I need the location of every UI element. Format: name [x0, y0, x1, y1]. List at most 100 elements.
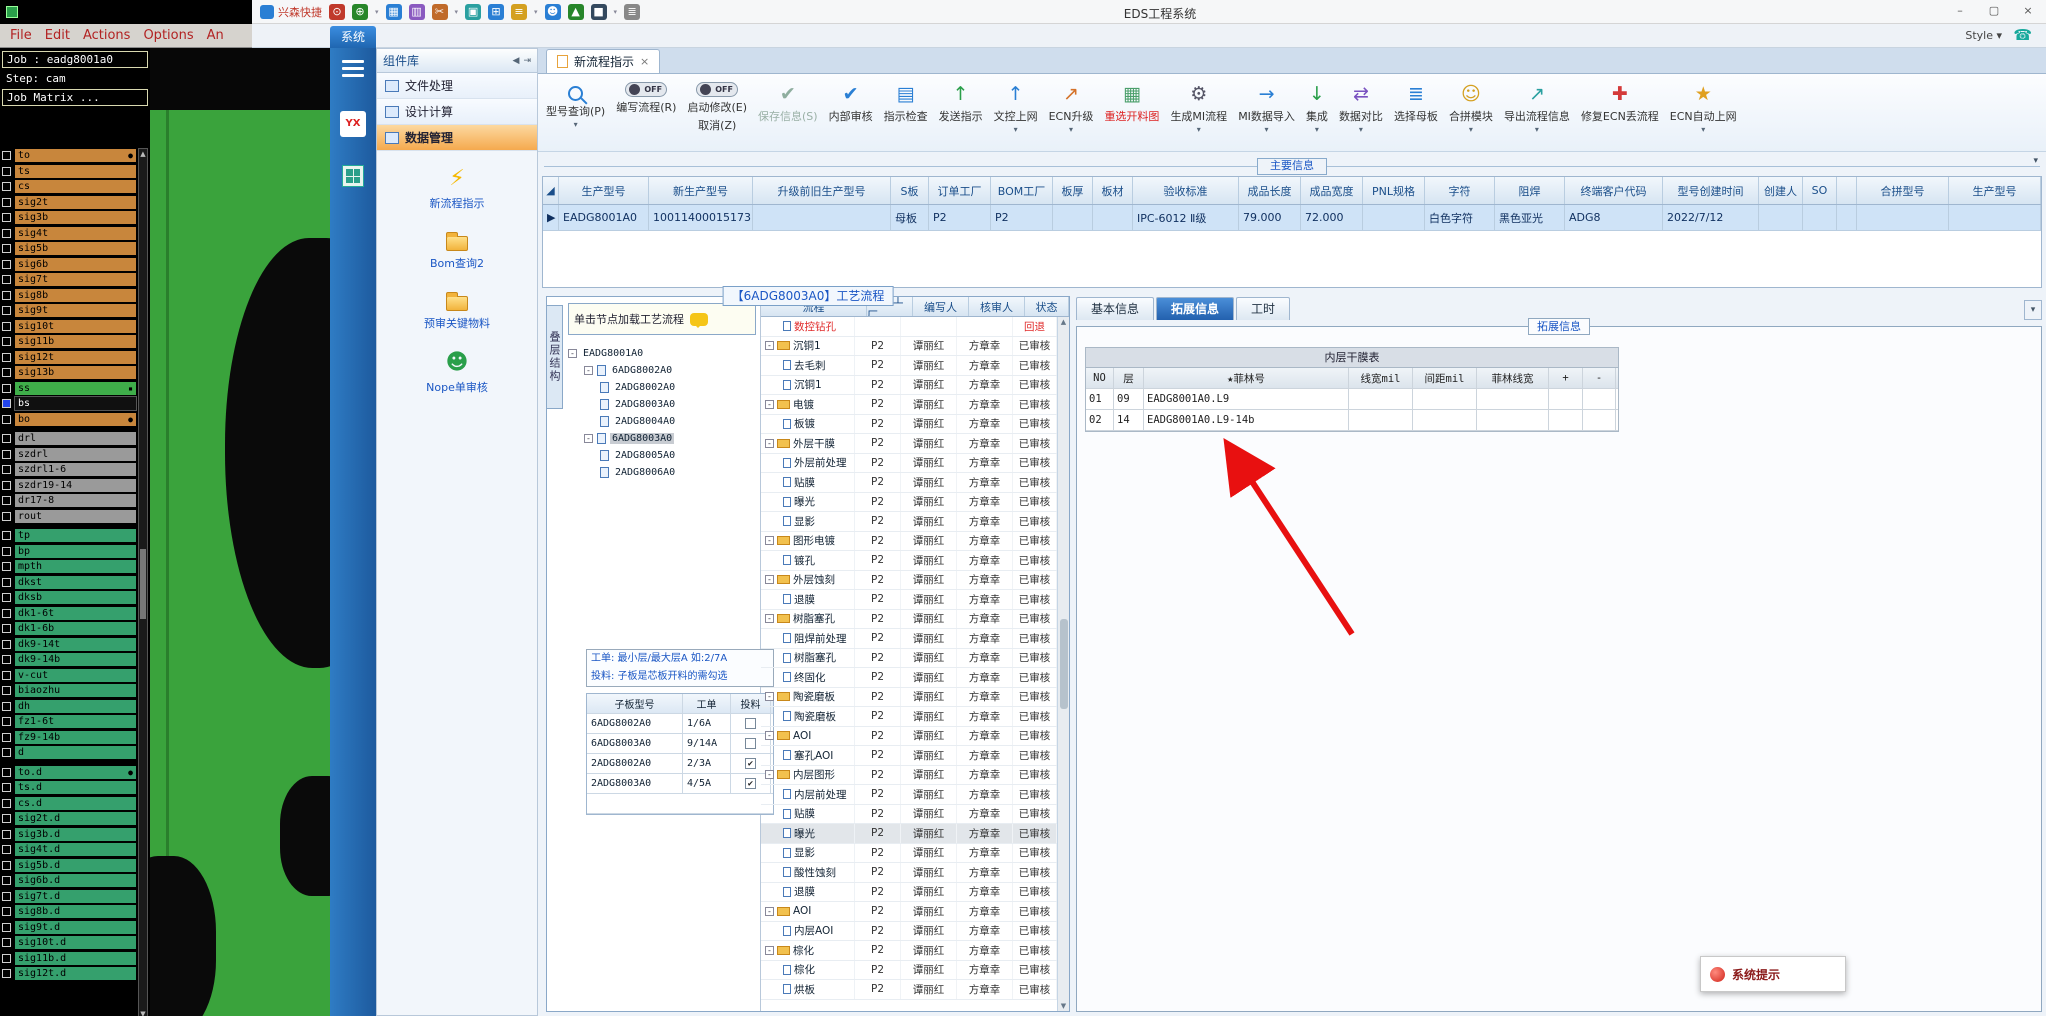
layer-checkbox[interactable]: [2, 290, 11, 300]
dropdown-icon[interactable]: ▾: [455, 8, 459, 16]
flow-row-曝光[interactable]: 曝光 P2 谭丽红 方章幸 已审核: [761, 824, 1057, 844]
layer-chip[interactable]: ts: [15, 164, 136, 178]
layer-chip[interactable]: szdr19-14: [15, 478, 136, 492]
layer-checkbox[interactable]: [2, 337, 11, 347]
layer-checkbox[interactable]: [2, 414, 11, 424]
layer-chip[interactable]: sig2t: [15, 195, 136, 209]
ribbon-button-集成[interactable]: ↓ 集成 ▾: [1306, 79, 1328, 134]
phone-icon[interactable]: ☎: [2013, 26, 2032, 44]
layer-row-sig9t[interactable]: sig9t: [2, 303, 136, 319]
layer-row-sig11b[interactable]: sig11b: [2, 334, 136, 350]
expander-icon[interactable]: -: [765, 399, 774, 409]
col-header-合拼型号[interactable]: 合拼型号: [1857, 177, 1949, 204]
detail-tab-拓展信息[interactable]: 拓展信息: [1156, 297, 1235, 320]
subboard-row[interactable]: 6ADG8003A0 9/14A: [587, 734, 773, 754]
flow-row-显影[interactable]: 显影 P2 谭丽红 方章幸 已审核: [761, 843, 1057, 863]
layer-checkbox[interactable]: [2, 151, 11, 161]
tree-node-2ADG8006A0[interactable]: 2ADG8006A0: [568, 464, 756, 481]
layer-chip[interactable]: sig3b: [15, 211, 136, 225]
layer-checkbox[interactable]: [2, 259, 11, 269]
flow-row-终固化[interactable]: 终固化 P2 谭丽红 方章幸 已审核: [761, 668, 1057, 688]
layer-chip[interactable]: biaozhu: [15, 684, 136, 698]
layer-row-bs[interactable]: bs: [2, 396, 137, 412]
ribbon-button-指示检查[interactable]: ▤ 指示检查: [884, 79, 928, 124]
layer-row-sig5b.d[interactable]: sig5b.d: [2, 858, 136, 874]
tab-close-icon[interactable]: ×: [640, 55, 649, 68]
group-设计计算[interactable]: 设计计算: [377, 99, 537, 125]
col-header-型号创建时间[interactable]: 型号创建时间: [1663, 177, 1759, 204]
layer-chip[interactable]: szdrl: [15, 447, 136, 461]
system-notification[interactable]: 系统提示: [1700, 956, 1846, 992]
layer-chip[interactable]: dh: [15, 699, 136, 713]
hamburger-icon[interactable]: [342, 60, 364, 77]
dropdown-icon[interactable]: ▾: [614, 8, 618, 16]
layer-row-dh[interactable]: dh: [2, 699, 136, 715]
layer-checkbox[interactable]: [2, 876, 11, 886]
layer-row-dk1-6b[interactable]: dk1-6b: [2, 621, 136, 637]
layer-chip[interactable]: ss ▪: [15, 381, 136, 395]
layer-row-drl[interactable]: drl: [2, 431, 136, 447]
style-selector[interactable]: Style ▾: [1965, 29, 2002, 42]
flow-col-核审人[interactable]: 核审人: [969, 297, 1025, 316]
col-header-板材[interactable]: 板材: [1093, 177, 1133, 204]
dropdown-icon[interactable]: ▾: [534, 8, 538, 16]
layer-row-dr17-8[interactable]: dr17-8: [2, 493, 136, 509]
layer-row-sig8b[interactable]: sig8b: [2, 288, 136, 304]
layer-row-rout[interactable]: rout: [2, 509, 136, 525]
row-selector[interactable]: ▶: [543, 205, 559, 230]
flow-row-棕化[interactable]: 棕化 P2 谭丽红 方章幸 已审核: [761, 960, 1057, 980]
layer-row-ts[interactable]: ts: [2, 164, 136, 180]
layer-checkbox[interactable]: [2, 511, 11, 521]
flow-row-AOI[interactable]: - AOI P2 谭丽红 方章幸 已审核: [761, 902, 1057, 922]
flow-row-酸性蚀刻[interactable]: 酸性蚀刻 P2 谭丽红 方章幸 已审核: [761, 863, 1057, 883]
expander-icon[interactable]: -: [765, 614, 774, 624]
layer-chip[interactable]: sig5b.d: [15, 858, 136, 872]
layer-chip[interactable]: sig9t.d: [15, 920, 136, 934]
dropdown-icon[interactable]: ▾: [1069, 126, 1073, 134]
system-button[interactable]: 系统: [330, 26, 376, 48]
expander-icon[interactable]: -: [765, 731, 774, 741]
tree-node-2ADG8004A0[interactable]: 2ADG8004A0: [568, 413, 756, 430]
flow-row-退膜[interactable]: 退膜 P2 谭丽红 方章幸 已审核: [761, 590, 1057, 610]
dropdown-icon[interactable]: ▾: [1197, 126, 1201, 134]
tool-预审关键物料[interactable]: 预审关键物料: [424, 291, 490, 331]
layer-chip[interactable]: v-cut: [15, 668, 136, 682]
col-header-成品长度[interactable]: 成品长度: [1239, 177, 1301, 204]
layer-checkbox[interactable]: [2, 969, 11, 979]
detail-tab-基本信息[interactable]: 基本信息: [1076, 297, 1155, 320]
tree-node-2ADG8002A0[interactable]: 2ADG8002A0: [568, 379, 756, 396]
layer-checkbox[interactable]: [2, 907, 11, 917]
flow-row-棕化[interactable]: - 棕化 P2 谭丽红 方章幸 已审核: [761, 941, 1057, 961]
flow-row-显影[interactable]: 显影 P2 谭丽红 方章幸 已审核: [761, 512, 1057, 532]
layer-checkbox[interactable]: [2, 465, 11, 475]
col-header-阻焊[interactable]: 阻焊: [1495, 177, 1565, 204]
layer-row-sig4t[interactable]: sig4t: [2, 226, 136, 242]
ribbon-button-生成MI流程[interactable]: ⚙ 生成MI流程 ▾: [1170, 79, 1227, 134]
dropdown-icon[interactable]: ▾: [574, 121, 578, 129]
stackup-side-tab[interactable]: 叠层结构: [546, 305, 563, 409]
menu-item-an[interactable]: An: [207, 28, 224, 43]
layer-row-sig12t.d[interactable]: sig12t.d: [2, 966, 136, 982]
dropdown-icon[interactable]: ▾: [1701, 126, 1705, 134]
flow-row-退膜[interactable]: 退膜 P2 谭丽红 方章幸 已审核: [761, 882, 1057, 902]
layer-checkbox[interactable]: [2, 860, 11, 870]
flow-col-编写人[interactable]: 编写人: [913, 297, 969, 316]
minimize-button[interactable]: –: [1946, 2, 1974, 20]
layer-checkbox[interactable]: [2, 953, 11, 963]
ribbon-button-修复ECN丢流程[interactable]: ✚ 修复ECN丢流程: [1581, 79, 1659, 124]
main-info-data-row[interactable]: ▶ EADG8001A0 10011400015173 母板 P2 P2 IPC-6012 …: [543, 205, 2041, 231]
layer-chip[interactable]: szdrl1-6: [15, 463, 136, 477]
layer-row-sig7t[interactable]: sig7t: [2, 272, 136, 288]
flow-row-塞孔AOI[interactable]: 塞孔AOI P2 谭丽红 方章幸 已审核: [761, 746, 1057, 766]
scroll-down-icon[interactable]: ▼: [1061, 1002, 1066, 1010]
layer-checkbox[interactable]: [2, 608, 11, 618]
close-button[interactable]: ×: [2014, 2, 2042, 20]
flow-row-贴膜[interactable]: 贴膜 P2 谭丽红 方章幸 已审核: [761, 804, 1057, 824]
layer-row-fz9-14b[interactable]: fz9-14b: [2, 730, 136, 746]
tree-node-2ADG8005A0[interactable]: 2ADG8005A0: [568, 447, 756, 464]
layer-chip[interactable]: mpth: [15, 560, 136, 574]
layer-checkbox[interactable]: [2, 546, 11, 556]
layer-row-dk1-6t[interactable]: dk1-6t: [2, 606, 136, 622]
flow-row-图形电镀[interactable]: - 图形电镀 P2 谭丽红 方章幸 已审核: [761, 531, 1057, 551]
dropdown-icon[interactable]: ▾: [1535, 126, 1539, 134]
